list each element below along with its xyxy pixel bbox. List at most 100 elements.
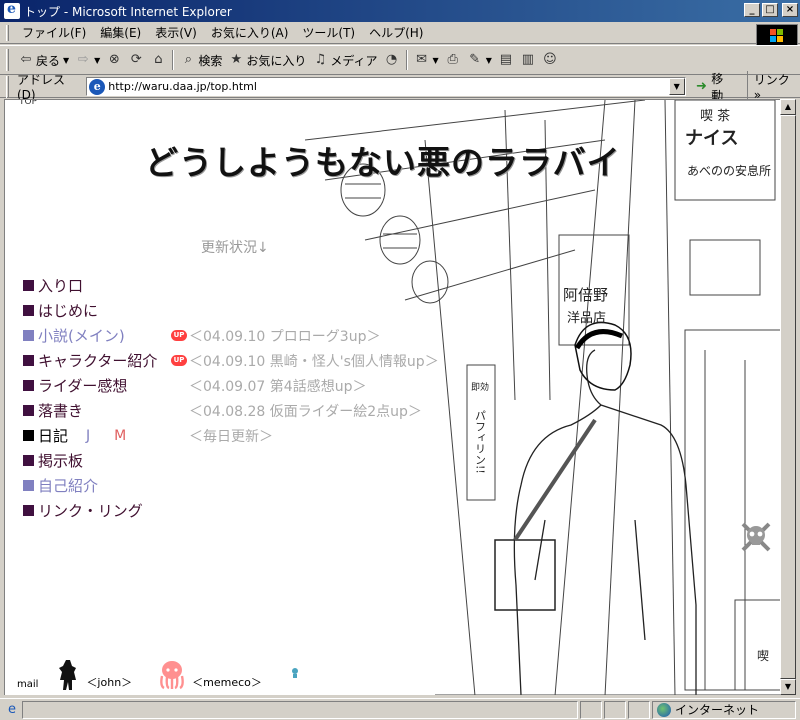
ie-icon bbox=[4, 1, 20, 19]
page-viewport: 喫 茶 ナイス あべのの安息所 阿倍野 洋品店 即効 パフィリン!! 喫 TOP… bbox=[4, 99, 780, 695]
sign-yohin: 洋品店 bbox=[567, 311, 606, 326]
nav-item-doodles[interactable]: 落書き bbox=[23, 398, 157, 423]
nav-item-entrance[interactable]: 入り口 bbox=[23, 273, 157, 298]
bullet-square-icon bbox=[23, 430, 34, 441]
nav-label[interactable]: 掲示板 bbox=[38, 450, 83, 471]
scroll-up-arrow-icon[interactable]: ▲ bbox=[780, 99, 796, 115]
status-cell bbox=[580, 700, 602, 719]
toolbar-separator bbox=[405, 50, 408, 70]
back-arrow-icon: ⇦ bbox=[20, 52, 32, 67]
mail-link-john[interactable]: ＜john＞ bbox=[86, 674, 132, 690]
scroll-down-arrow-icon[interactable]: ▼ bbox=[780, 679, 796, 695]
menu-help[interactable]: ヘルプ(H) bbox=[362, 24, 430, 41]
address-label: アドレス(D) bbox=[16, 73, 65, 102]
diary-link-j[interactable]: J bbox=[86, 428, 90, 444]
nav-label[interactable]: 小説(メイン) bbox=[38, 325, 125, 346]
chevron-down-icon[interactable]: ▼ bbox=[486, 56, 492, 65]
links-button[interactable]: リンク » bbox=[746, 71, 800, 102]
update-text: ＜毎日更新＞ bbox=[189, 428, 273, 445]
forward-button[interactable]: ⇨ ▼ bbox=[72, 49, 103, 71]
nav-label[interactable]: 自己紹介 bbox=[38, 475, 98, 496]
favorites-icon: ★ bbox=[230, 52, 243, 67]
nav-item-profile[interactable]: 自己紹介 bbox=[23, 473, 157, 498]
nav-item-diary[interactable]: 日記 J M bbox=[23, 423, 157, 448]
status-cell bbox=[604, 700, 626, 719]
messenger-button[interactable]: ☺ bbox=[539, 49, 561, 71]
address-field[interactable]: e ▼ bbox=[86, 77, 686, 96]
mail-link-memeco[interactable]: ＜memeco＞ bbox=[192, 674, 262, 690]
update-row bbox=[171, 273, 439, 298]
print-button[interactable]: ⎙ bbox=[442, 49, 464, 71]
mail-button[interactable]: ✉ ▼ bbox=[411, 49, 442, 71]
menu-favorites[interactable]: お気に入り(A) bbox=[204, 24, 296, 41]
bullet-square-icon bbox=[23, 505, 34, 516]
standard-toolbar: ⇦ 戻る ▼ ⇨ ▼ ⊗ ⟳ ⌂ ⌕ 検索 ★ お気に入り ♫ メディア ◔ ✉… bbox=[0, 45, 800, 75]
menu-edit[interactable]: 編集(E) bbox=[93, 24, 148, 41]
home-icon: ⌂ bbox=[154, 52, 163, 67]
memeco-octopus-icon[interactable] bbox=[158, 660, 186, 690]
refresh-icon: ⟳ bbox=[130, 52, 142, 67]
history-button[interactable]: ◔ bbox=[381, 49, 403, 71]
menu-file[interactable]: ファイル(F) bbox=[15, 24, 93, 41]
research-button[interactable]: ▥ bbox=[517, 49, 539, 71]
media-button[interactable]: ♫ メディア bbox=[309, 49, 380, 71]
page-corner-label: TOP bbox=[19, 99, 38, 107]
nav-label[interactable]: 日記 bbox=[38, 425, 68, 446]
nav-item-novel[interactable]: 小説(メイン) bbox=[23, 323, 157, 348]
chevron-down-icon[interactable]: ▼ bbox=[94, 56, 100, 65]
nav-label[interactable]: 入り口 bbox=[38, 275, 83, 296]
back-button[interactable]: ⇦ 戻る ▼ bbox=[15, 49, 72, 71]
refresh-button[interactable]: ⟳ bbox=[125, 49, 147, 71]
menu-view[interactable]: 表示(V) bbox=[148, 24, 204, 41]
nav-item-links[interactable]: リンク・リング bbox=[23, 498, 157, 523]
minimize-button[interactable]: _ bbox=[744, 3, 760, 17]
close-button[interactable]: × bbox=[782, 3, 798, 17]
toolbar-grip[interactable] bbox=[6, 49, 9, 71]
home-button[interactable]: ⌂ bbox=[147, 49, 169, 71]
bullet-square-icon bbox=[23, 355, 34, 366]
sign-paffirin: パフィリン!! bbox=[474, 410, 487, 474]
address-bar: アドレス(D) e ▼ ➜ 移動 リンク » bbox=[0, 71, 800, 103]
sign-kissa: 喫 茶 bbox=[700, 108, 730, 124]
scroll-thumb[interactable] bbox=[780, 115, 796, 679]
nav-label[interactable]: はじめに bbox=[38, 300, 98, 321]
nav-label[interactable]: ライダー感想 bbox=[38, 375, 127, 396]
security-zone: インターネット bbox=[652, 700, 796, 719]
nav-item-bbs[interactable]: 掲示板 bbox=[23, 448, 157, 473]
menu-grip[interactable] bbox=[6, 24, 9, 41]
nav-label[interactable]: 落書き bbox=[38, 400, 83, 421]
bullet-square-icon bbox=[23, 305, 34, 316]
favorites-button[interactable]: ★ お気に入り bbox=[225, 49, 309, 71]
search-button[interactable]: ⌕ 検索 bbox=[177, 49, 225, 71]
mail-icon: ✉ bbox=[416, 52, 427, 67]
john-sprite-icon[interactable] bbox=[56, 660, 80, 690]
vertical-scrollbar[interactable]: ▲ ▼ bbox=[780, 99, 796, 695]
title-bar: トップ - Microsoft Internet Explorer _ □ × bbox=[0, 0, 800, 22]
nav-item-rider-review[interactable]: ライダー感想 bbox=[23, 373, 157, 398]
history-icon: ◔ bbox=[385, 52, 398, 67]
update-notes: UP ＜04.09.10 プロローグ3up＞ UP ＜04.09.10 黒崎・怪… bbox=[171, 273, 439, 448]
search-icon: ⌕ bbox=[184, 52, 192, 67]
nav-item-characters[interactable]: キャラクター紹介 bbox=[23, 348, 157, 373]
diary-link-m[interactable]: M bbox=[114, 428, 126, 444]
chevron-down-icon[interactable]: ▼ bbox=[63, 56, 69, 65]
stop-button[interactable]: ⊗ bbox=[103, 49, 125, 71]
discuss-button[interactable]: ▤ bbox=[495, 49, 517, 71]
sign-abeno: 阿倍野 bbox=[563, 286, 608, 304]
update-text: ＜04.09.10 プロローグ3up＞ bbox=[189, 328, 381, 345]
nav-label[interactable]: キャラクター紹介 bbox=[38, 350, 157, 371]
edit-button[interactable]: ✎ ▼ bbox=[464, 49, 495, 71]
address-input[interactable] bbox=[108, 80, 669, 93]
nav-label[interactable]: リンク・リング bbox=[38, 500, 143, 521]
chevron-down-icon[interactable]: ▼ bbox=[668, 78, 685, 95]
chevron-down-icon[interactable]: ▼ bbox=[433, 56, 439, 65]
menu-tools[interactable]: ツール(T) bbox=[295, 24, 362, 41]
bullet-square-icon bbox=[23, 380, 34, 391]
maximize-button[interactable]: □ bbox=[762, 3, 778, 17]
nav-item-intro[interactable]: はじめに bbox=[23, 298, 157, 323]
bullet-square-icon bbox=[23, 455, 34, 466]
address-grip[interactable] bbox=[6, 75, 9, 98]
page-status-icon: e bbox=[8, 701, 16, 717]
update-row: ＜毎日更新＞ bbox=[171, 423, 439, 448]
bullet-square-icon bbox=[23, 405, 34, 416]
